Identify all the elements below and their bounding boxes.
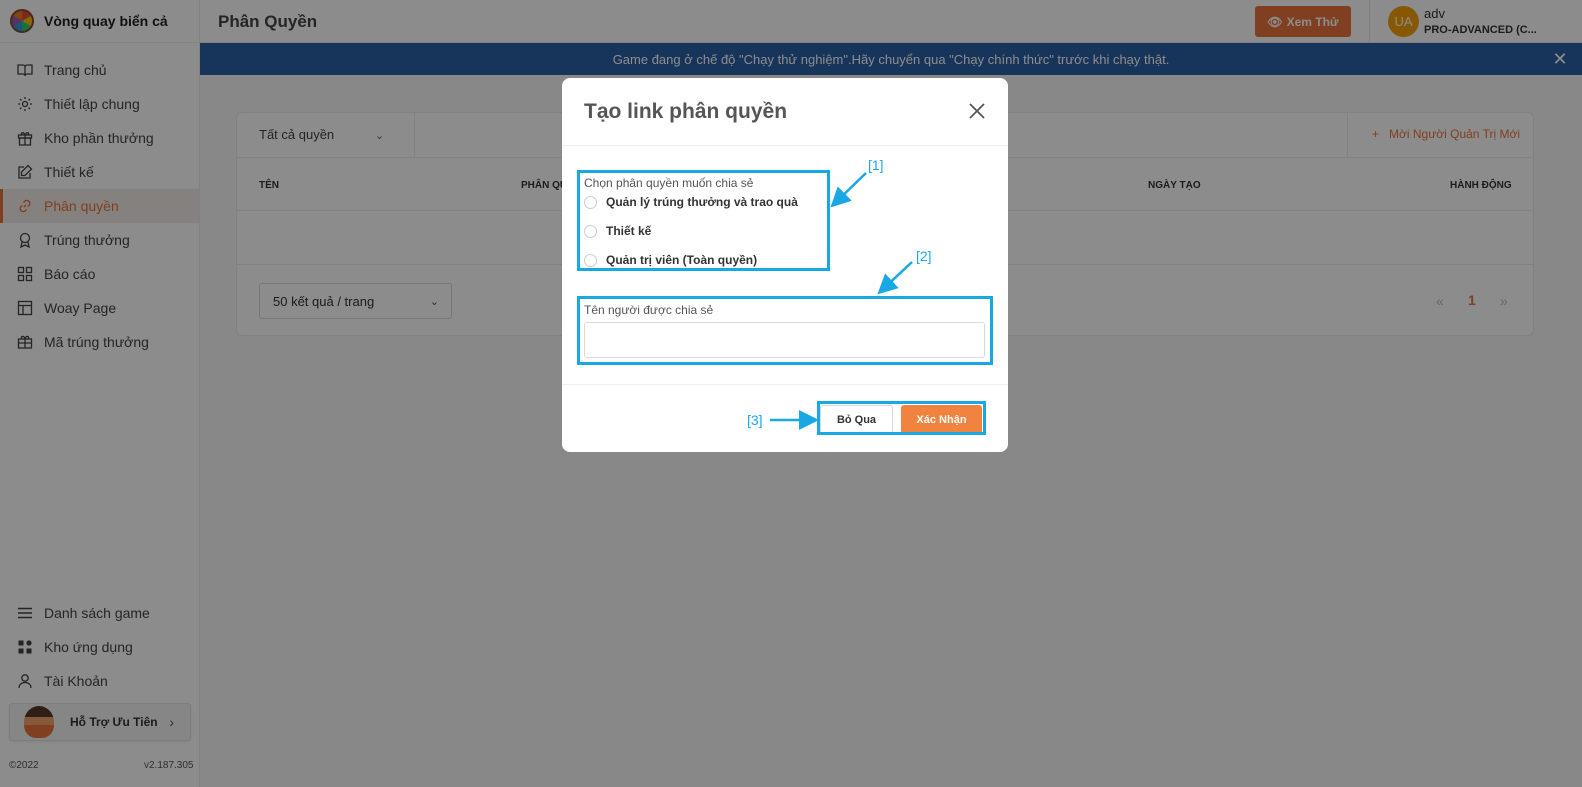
annotation-box-2 (577, 296, 993, 365)
modal-header: Tạo link phân quyền (562, 78, 1008, 146)
close-icon[interactable] (966, 100, 988, 122)
annotation-label-1: [1] (868, 157, 884, 173)
annotation-box-1 (577, 170, 830, 271)
annotation-label-3: [3] (747, 412, 763, 428)
annotation-box-3 (817, 401, 986, 435)
divider (562, 384, 1008, 385)
modal-title: Tạo link phân quyền (584, 100, 788, 123)
annotation-label-2: [2] (916, 248, 932, 264)
